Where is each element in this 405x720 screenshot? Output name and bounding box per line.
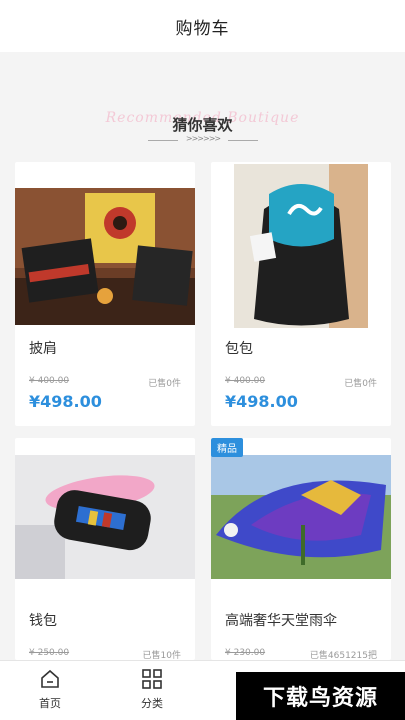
price: ¥498.00 [225, 392, 298, 411]
tab-home[interactable]: 首页 [20, 669, 80, 711]
watermark: 下载鸟资源 [236, 672, 405, 720]
price: ¥498.00 [29, 392, 102, 411]
product-image-umbrella [211, 455, 391, 579]
recommend-heading: Recommended Boutique 猜你喜欢 >>>>>> [0, 104, 405, 150]
old-price: ¥ 400.00 [225, 376, 266, 386]
product-name: 高端奢华天堂雨伞 [225, 613, 337, 629]
tab-home-label: 首页 [39, 697, 61, 710]
product-image-wallet [15, 455, 195, 579]
product-card-umbrella[interactable]: 精品 高端奢华天堂雨伞 ¥ 230.00 已售4651215把 [211, 438, 391, 660]
recommend-title: 猜你喜欢 [172, 116, 233, 134]
home-icon [41, 669, 59, 688]
product-image-bag [234, 164, 368, 328]
product-name: 包包 [225, 341, 253, 357]
featured-badge: 精品 [211, 438, 243, 457]
sold-count: 已售0件 [148, 379, 181, 389]
recommend-arrows: >>>>>> [178, 133, 228, 145]
page-header: 购物车 [0, 0, 405, 52]
product-card-wallet[interactable]: 钱包 ¥ 250.00 已售10件 [15, 438, 195, 660]
sold-count: 已售10件 [142, 651, 181, 660]
page-title: 购物车 [175, 18, 230, 39]
tab-category-label: 分类 [141, 697, 163, 710]
grid-icon [142, 669, 162, 689]
sold-count: 已售4651215把 [309, 651, 377, 660]
product-name: 披肩 [29, 341, 57, 357]
product-card-bag[interactable]: 包包 ¥ 400.00 已售0件 ¥498.00 [211, 162, 391, 426]
old-price: ¥ 230.00 [225, 648, 266, 658]
product-image-shawl [15, 188, 195, 325]
old-price: ¥ 400.00 [29, 376, 70, 386]
old-price: ¥ 250.00 [29, 648, 70, 658]
product-card-shawl[interactable]: 披肩 ¥ 400.00 已售0件 ¥498.00 [15, 162, 195, 426]
tab-category[interactable]: 分类 [122, 669, 182, 711]
sold-count: 已售0件 [344, 379, 377, 389]
product-name: 钱包 [29, 613, 57, 629]
